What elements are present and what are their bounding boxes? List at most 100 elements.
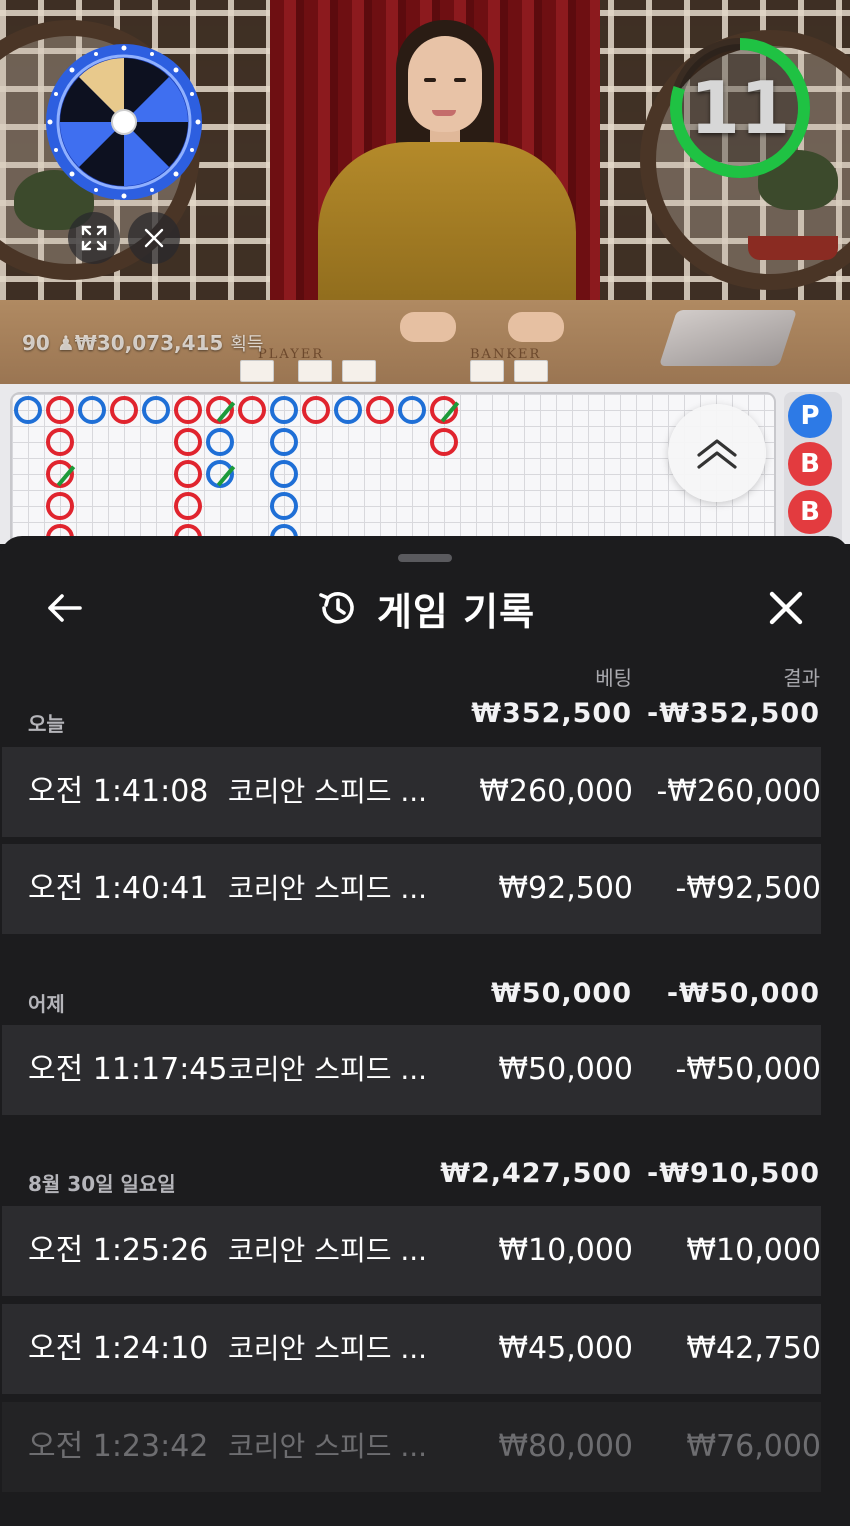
- bead-player-tie: [206, 460, 236, 488]
- round-time: 오전 1:40:41: [28, 871, 209, 906]
- group-bet-total: ₩352,500: [471, 698, 632, 729]
- countdown-timer: 11: [689, 66, 791, 150]
- result-amount: -₩260,000: [656, 774, 821, 809]
- close-x-icon: [769, 591, 803, 625]
- back-arrow-icon: [48, 594, 82, 622]
- bead-player: [270, 460, 298, 488]
- expand-roadmap-button[interactable]: [668, 404, 766, 502]
- bet-amount: ₩10,000: [498, 1233, 633, 1268]
- bead-banker: [238, 396, 266, 424]
- result-amount: -₩92,500: [675, 871, 821, 906]
- bead-banker: [302, 396, 330, 424]
- history-row[interactable]: 오전 1:41:08 코리안 스피드 ... ₩260,000 -₩260,00…: [2, 747, 821, 837]
- dealer: [318, 142, 576, 320]
- fullscreen-button[interactable]: [68, 212, 120, 264]
- bead-banker: [430, 428, 458, 456]
- result-amount: ₩10,000: [686, 1233, 821, 1268]
- chevron-double-up-icon: [697, 439, 737, 469]
- bead-banker: [366, 396, 394, 424]
- group-result-total: -₩352,500: [647, 698, 820, 729]
- history-icon: [319, 592, 354, 624]
- predict-player-badge[interactable]: P: [788, 394, 832, 438]
- bead-banker-tie: [206, 396, 236, 424]
- game-name: 코리안 스피드 ...: [228, 775, 428, 808]
- fullscreen-icon: [81, 225, 107, 251]
- bet-amount: ₩260,000: [479, 774, 633, 809]
- result-amount: -₩50,000: [675, 1052, 821, 1087]
- bead-player: [142, 396, 170, 424]
- bead-banker: [110, 396, 138, 424]
- page-title: 게임 기록: [376, 589, 536, 634]
- history-row[interactable]: 오전 1:40:41 코리안 스피드 ... ₩92,500 -₩92,500: [2, 844, 821, 934]
- bead-banker: [174, 492, 202, 520]
- round-time: 오전 1:23:42: [28, 1429, 209, 1464]
- game-name: 코리안 스피드 ...: [228, 872, 428, 905]
- game-name: 코리안 스피드 ...: [228, 1332, 428, 1365]
- history-row[interactable]: 오전 1:25:26 코리안 스피드 ... ₩10,000 ₩10,000: [2, 1206, 821, 1296]
- bead-player: [78, 396, 106, 424]
- group-bet-total: ₩2,427,500: [440, 1158, 632, 1189]
- game-name: 코리안 스피드 ...: [228, 1234, 428, 1267]
- history-row[interactable]: 오전 1:24:10 코리안 스피드 ... ₩45,000 ₩42,750: [2, 1304, 821, 1394]
- round-time: 오전 1:24:10: [28, 1331, 209, 1366]
- date-group-header: 오늘 ₩352,500 -₩352,500: [0, 676, 850, 746]
- bet-amount: ₩80,000: [498, 1429, 633, 1464]
- bead-grid: [10, 392, 776, 544]
- game-history-sheet: 게임 기록 베팅 결과 오늘 ₩352,500 -₩352,500 오전 1:4…: [0, 536, 850, 1526]
- game-name: 코리안 스피드 ...: [228, 1430, 428, 1463]
- bead-player: [270, 396, 298, 424]
- round-time: 오전 1:41:08: [28, 774, 209, 809]
- result-amount: ₩76,000: [686, 1429, 821, 1464]
- result-amount: ₩42,750: [686, 1331, 821, 1366]
- winnings-amount: ₩30,073,415: [74, 331, 224, 355]
- game-name: 코리안 스피드 ...: [228, 1053, 428, 1086]
- bead-player: [334, 396, 362, 424]
- card: [342, 360, 376, 382]
- history-row[interactable]: 오전 1:23:42 코리안 스피드 ... ₩80,000 ₩76,000: [2, 1402, 821, 1492]
- close-icon: [144, 228, 164, 248]
- bead-player: [14, 396, 42, 424]
- winnings-suffix: 획득: [230, 334, 264, 355]
- card-shoe: [658, 310, 798, 366]
- group-result-total: -₩50,000: [666, 978, 820, 1009]
- bead-banker: [174, 460, 202, 488]
- close-video-button[interactable]: [128, 212, 180, 264]
- date-group-header: 8월 30일 일요일 ₩2,427,500 -₩910,500: [0, 1136, 850, 1206]
- live-video: PLAYER BANKER 11 90 ♟₩30,073,415 획득: [0, 0, 850, 384]
- back-button[interactable]: [42, 586, 86, 630]
- date-group-header: 어제 ₩50,000 -₩50,000: [0, 956, 850, 1026]
- bead-player: [270, 492, 298, 520]
- date-label: 오늘: [28, 712, 65, 736]
- bead-player: [206, 428, 234, 456]
- group-result-total: -₩910,500: [647, 1158, 820, 1189]
- bead-banker: [174, 396, 202, 424]
- predict-banker-badge[interactable]: B: [788, 490, 832, 534]
- card: [240, 360, 274, 382]
- bead-banker: [174, 428, 202, 456]
- card: [470, 360, 504, 382]
- round-time: 오전 1:25:26: [28, 1233, 209, 1268]
- bead-player: [270, 428, 298, 456]
- wheel-icon[interactable]: [44, 42, 204, 202]
- total-winnings: 90 ♟₩30,073,415 획득: [22, 330, 263, 356]
- bead-banker: [46, 396, 74, 424]
- history-row[interactable]: 오전 11:17:45 코리안 스피드 ... ₩50,000 -₩50,000: [2, 1025, 821, 1115]
- person-icon: ♟: [56, 331, 75, 355]
- drag-handle[interactable]: [398, 554, 452, 562]
- close-sheet-button[interactable]: [762, 584, 810, 632]
- predict-banker-badge[interactable]: B: [788, 442, 832, 486]
- bead-banker: [46, 492, 74, 520]
- bead-banker-tie: [46, 460, 76, 488]
- card: [514, 360, 548, 382]
- player-count: 90: [22, 331, 50, 355]
- date-label: 어제: [28, 992, 65, 1016]
- sheet-header: 게임 기록: [0, 580, 850, 636]
- round-time: 오전 11:17:45: [28, 1052, 228, 1087]
- bet-amount: ₩92,500: [498, 871, 633, 906]
- date-label: 8월 30일 일요일: [28, 1172, 176, 1196]
- bet-amount: ₩50,000: [498, 1052, 633, 1087]
- bead-player: [398, 396, 426, 424]
- bead-banker-tie: [430, 396, 460, 424]
- group-bet-total: ₩50,000: [491, 978, 632, 1009]
- card: [298, 360, 332, 382]
